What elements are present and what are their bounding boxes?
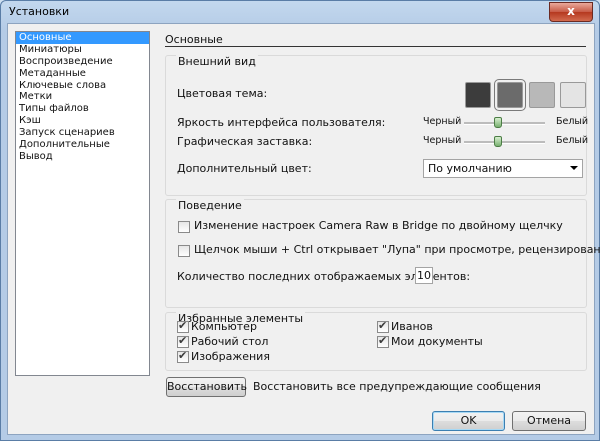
preferences-window: Установки x Основные Миниатюры Воспроизв… xyxy=(0,0,600,441)
favorite-user-label[interactable]: Иванов xyxy=(391,320,433,333)
ok-button[interactable]: OK xyxy=(432,411,505,431)
favorite-desktop-label[interactable]: Рабочий стол xyxy=(191,335,268,348)
loupe-checkbox[interactable] xyxy=(178,245,190,257)
theme-swatch-medium-light[interactable] xyxy=(529,82,555,108)
camera-raw-label[interactable]: Изменение настроек Camera Raw в Bridge п… xyxy=(194,219,563,232)
page-title: Основные xyxy=(165,33,223,46)
splash-slider-track[interactable] xyxy=(464,141,545,144)
favorite-computer-checkbox[interactable] xyxy=(177,319,189,333)
sidebar-item-thumbnails[interactable]: Миниатюры xyxy=(16,44,149,56)
window-title: Установки xyxy=(9,5,70,18)
favorite-desktop-checkbox[interactable] xyxy=(177,334,189,348)
loupe-label[interactable]: Щелчок мыши + Ctrl открывает "Лупа" при … xyxy=(194,243,600,256)
color-theme-label: Цветовая тема: xyxy=(177,87,268,100)
brightness-label: Яркость интерфейса пользователя: xyxy=(177,116,386,129)
cancel-button[interactable]: Отмена xyxy=(512,411,586,431)
brightness-slider-thumb[interactable] xyxy=(494,117,503,128)
appearance-group: Внешний вид Цветовая тема: Яркость интер… xyxy=(165,55,589,196)
favorite-pictures-checkbox[interactable] xyxy=(177,349,189,363)
splash-slider-thumb[interactable] xyxy=(494,136,503,147)
dialog-body: Основные Миниатюры Воспроизведение Метад… xyxy=(7,23,600,435)
sidebar-item-metadata[interactable]: Метаданные xyxy=(16,68,149,80)
favorite-pictures-label[interactable]: Изображения xyxy=(191,350,270,363)
favorites-group: Избранные элементы Компьютер Рабочий сто… xyxy=(165,312,587,371)
splash-min-label: Черный xyxy=(423,135,462,146)
close-button[interactable]: x xyxy=(549,2,593,22)
theme-swatch-medium-dark[interactable] xyxy=(494,79,526,111)
sidebar-item-startup-scripts[interactable]: Запуск сценариев xyxy=(16,127,149,139)
sidebar-item-general[interactable]: Основные xyxy=(16,32,149,44)
brightness-slider-track[interactable] xyxy=(464,122,545,125)
theme-swatch-light[interactable] xyxy=(560,82,586,108)
splash-label: Графическая заставка: xyxy=(177,135,313,148)
sidebar-item-cache[interactable]: Кэш xyxy=(16,115,149,127)
accent-color-value: По умолчанию xyxy=(428,162,512,175)
sidebar-item-file-types[interactable]: Типы файлов xyxy=(16,103,149,115)
accent-color-select[interactable]: По умолчанию xyxy=(423,159,583,178)
sidebar-item-output[interactable]: Вывод xyxy=(16,151,149,163)
category-list[interactable]: Основные Миниатюры Воспроизведение Метад… xyxy=(15,31,150,376)
theme-swatch-dark[interactable] xyxy=(465,82,491,108)
favorite-documents-label[interactable]: Мои документы xyxy=(391,335,483,348)
sidebar-item-playback[interactable]: Воспроизведение xyxy=(16,56,149,68)
camera-raw-checkbox[interactable] xyxy=(178,221,190,233)
brightness-min-label: Черный xyxy=(423,116,462,127)
sidebar-item-advanced[interactable]: Дополнительные xyxy=(16,139,149,151)
appearance-group-title: Внешний вид xyxy=(176,55,258,68)
favorite-computer-label[interactable]: Компьютер xyxy=(191,320,257,333)
recent-items-input[interactable]: 10 xyxy=(415,267,433,284)
title-bar[interactable]: Установки x xyxy=(1,1,599,23)
splash-max-label: Белый xyxy=(556,135,589,146)
favorite-documents-checkbox[interactable] xyxy=(377,334,389,348)
behavior-group: Поведение Изменение настроек Camera Raw … xyxy=(165,199,600,308)
restore-warnings-text: Восстановить все предупреждающие сообщен… xyxy=(253,380,541,393)
brightness-max-label: Белый xyxy=(556,116,589,127)
heading-divider xyxy=(165,46,586,47)
favorite-user-checkbox[interactable] xyxy=(377,319,389,333)
chevron-down-icon xyxy=(570,166,578,170)
sidebar-item-keywords[interactable]: Ключевые слова xyxy=(16,80,149,92)
restore-button[interactable]: Восстановить xyxy=(166,377,247,397)
accent-color-label: Дополнительный цвет: xyxy=(177,162,312,175)
sidebar-item-labels[interactable]: Метки xyxy=(16,91,149,103)
behavior-group-title: Поведение xyxy=(176,199,244,212)
